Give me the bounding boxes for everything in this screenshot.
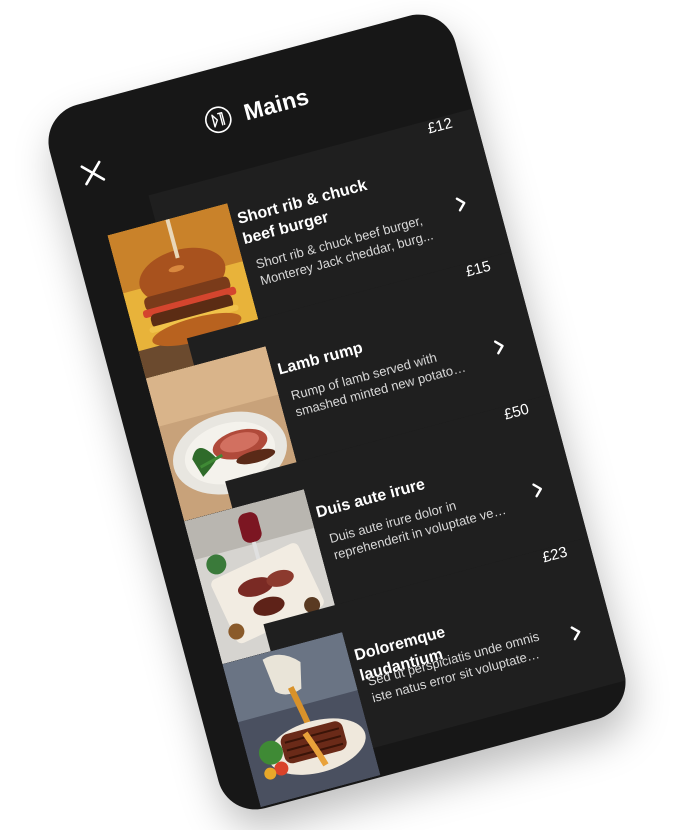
menu-screen: Mains £12 Short rib & chuck beef burger … [39, 6, 635, 818]
menu-list: £12 Short rib & chuck beef burger Short … [67, 108, 627, 808]
restaurant-logo-icon [200, 101, 237, 138]
page-title: Mains [240, 82, 312, 125]
